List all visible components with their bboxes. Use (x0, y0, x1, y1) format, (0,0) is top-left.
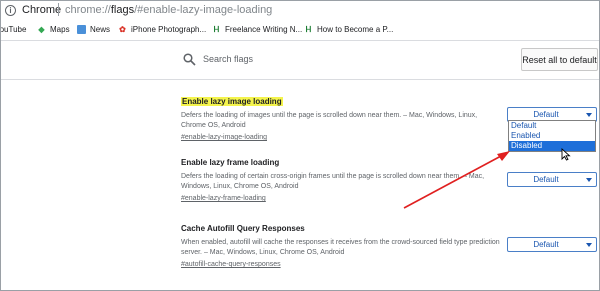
annotation-arrow (403, 151, 510, 209)
mouse-cursor-icon (561, 148, 571, 161)
